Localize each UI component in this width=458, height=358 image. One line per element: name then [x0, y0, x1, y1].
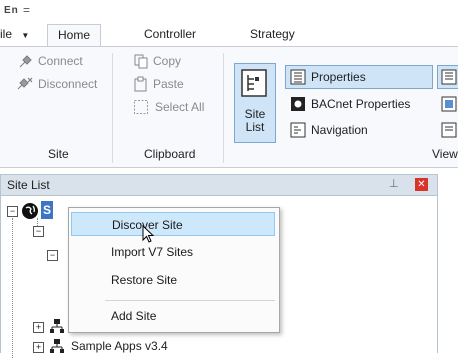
copy-icon [134, 54, 148, 69]
close-icon[interactable]: ✕ [415, 178, 428, 191]
disconnect-button[interactable]: Disconnect [38, 74, 97, 94]
root-site-node[interactable]: S [41, 201, 54, 219]
expand-icon[interactable]: + [33, 342, 44, 353]
ribbon-tab-bar: ile ▼ Home Controller Strategy [0, 24, 458, 47]
view-option-button[interactable] [437, 65, 458, 89]
paste-icon [134, 76, 147, 92]
menu-item-restore-site[interactable]: Restore Site [71, 268, 275, 292]
properties-label: Properties [311, 70, 366, 84]
site-list-icon [241, 69, 267, 97]
window-icon[interactable] [441, 96, 457, 112]
select-all-button[interactable]: Select All [155, 97, 204, 117]
navigation-icon [290, 122, 306, 138]
network-icon [50, 319, 64, 333]
connect-icon [19, 55, 32, 68]
window-icon[interactable] [441, 122, 457, 138]
tab-strategy[interactable]: Strategy [240, 24, 305, 45]
network-icon [50, 339, 64, 353]
bacnet-properties-icon [291, 97, 305, 111]
context-menu: Discover Site Import V7 Sites Restore Si… [68, 207, 280, 333]
properties-icon [290, 69, 306, 85]
copy-button[interactable]: Copy [153, 51, 181, 71]
clipboard-group-label: Clipboard [144, 147, 196, 161]
window-icon [441, 69, 457, 85]
tab-file[interactable]: ile ▼ [0, 24, 39, 45]
tree-line [12, 218, 14, 358]
customize-toolbar-icon[interactable]: = [23, 3, 30, 17]
collapse-icon[interactable]: − [47, 250, 58, 261]
site-group-label: Site [48, 147, 69, 161]
collapse-icon[interactable]: − [7, 206, 18, 217]
site-list-title: Site List [7, 178, 50, 192]
tab-home[interactable]: Home [47, 24, 102, 47]
menu-separator [105, 300, 275, 301]
tab-file-label: ile [0, 27, 13, 41]
mouse-cursor-icon [142, 225, 155, 243]
menu-item-add-site[interactable]: Add Site [71, 304, 275, 328]
tab-controller[interactable]: Controller [134, 24, 206, 45]
expand-icon[interactable]: + [33, 322, 44, 333]
tree-node-sample-apps[interactable]: Sample Apps v3.4 [71, 338, 168, 354]
collapse-icon[interactable]: − [33, 226, 44, 237]
bacnet-properties-button[interactable]: BACnet Properties [311, 94, 410, 114]
site-list-button[interactable]: Site List [234, 63, 276, 143]
paste-button[interactable]: Paste [153, 74, 184, 94]
disconnect-icon [17, 77, 33, 90]
site-list-pane-header: Site List ⊥ ✕ [0, 174, 438, 196]
pin-icon[interactable]: ⊥ [389, 177, 399, 190]
quick-access-toolbar: En = [0, 0, 458, 24]
group-divider [112, 53, 113, 163]
menu-item-import-v7-sites[interactable]: Import V7 Sites [71, 240, 275, 264]
select-all-icon [134, 100, 148, 114]
ribbon: Connect Disconnect Site Copy Paste Selec… [0, 46, 458, 168]
connect-button[interactable]: Connect [38, 51, 83, 71]
chevron-down-icon: ▼ [21, 31, 30, 40]
properties-button[interactable]: Properties [285, 65, 433, 89]
app-menu-icon[interactable]: En [4, 5, 19, 16]
view-group-label: View [432, 147, 458, 161]
navigation-button[interactable]: Navigation [311, 120, 368, 140]
site-list-label-line2: List [245, 120, 265, 134]
group-divider [223, 53, 224, 163]
menu-item-discover-site[interactable]: Discover Site [71, 212, 275, 236]
